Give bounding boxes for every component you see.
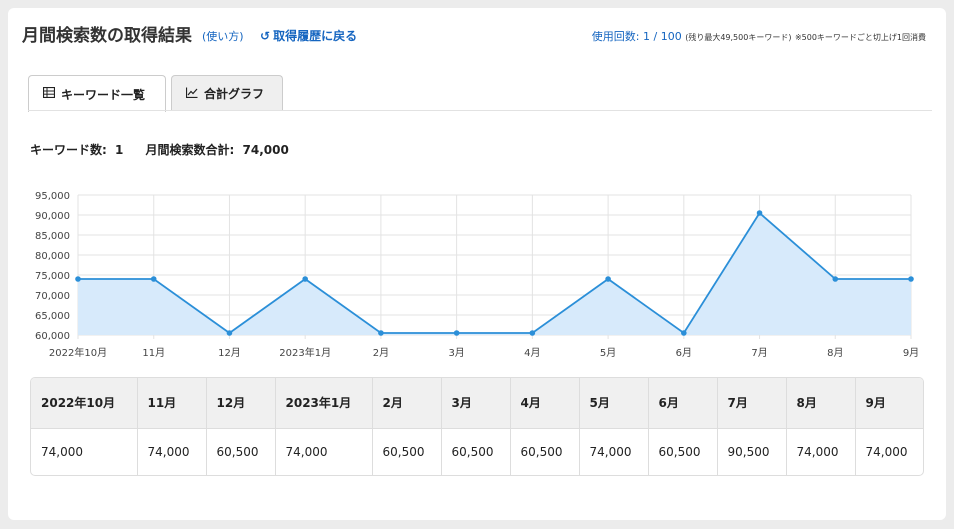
table-header-cell: 11月 — [137, 378, 207, 429]
undo-icon: ↺ — [260, 29, 271, 43]
data-point — [302, 276, 308, 282]
y-tick-label: 75,000 — [35, 271, 70, 282]
total-value: 74,000 — [242, 143, 289, 157]
y-tick-label: 85,000 — [35, 231, 70, 242]
data-point — [681, 330, 687, 336]
usage-remaining: (残り最大49,500キーワード) — [685, 33, 792, 42]
table-cell: 74,000 — [31, 428, 138, 475]
table-cell: 60,500 — [206, 428, 276, 475]
x-tick-label: 2023年1月 — [279, 346, 331, 359]
table-cell: 74,000 — [786, 428, 856, 475]
table-header-cell: 2022年10月 — [31, 378, 138, 429]
data-point — [150, 276, 157, 282]
x-tick-label: 9月 — [903, 347, 919, 359]
data-point — [226, 330, 233, 336]
table-header-cell: 2023年1月 — [275, 378, 373, 429]
y-tick-label: 65,000 — [35, 311, 70, 322]
data-point — [453, 330, 460, 336]
table-cell: 74,000 — [137, 428, 207, 475]
data-point — [908, 276, 914, 282]
x-tick-label: 3月 — [448, 347, 464, 359]
table-row: 74,000 74,000 60,500 74,000 60,500 60,500 60,5… — [31, 428, 923, 475]
x-tick-label: 2月 — [373, 347, 389, 359]
total-label: 月間検索数合計: — [145, 143, 235, 157]
usage-note: ※500キーワードごと切上げ1回消費 — [794, 33, 926, 42]
table-cell: 90,500 — [717, 428, 787, 475]
data-point — [756, 210, 763, 216]
back-to-history-link[interactable]: ↺ 取得履歴に戻る — [260, 27, 357, 44]
monthly-table: 2022年10月 11月 12月 2023年1月 2月 3月 4月 5月 6月 7月 8月 9月 74… — [30, 377, 924, 476]
usage-info: 使用回数: 1 / 100 (残り最大49,500キーワード) ※500キーワー… — [592, 28, 926, 44]
tab-label: キーワード一覧 — [61, 87, 146, 102]
table-header-cell: 2月 — [372, 378, 442, 429]
y-tick-label: 70,000 — [35, 291, 70, 302]
tab-label: 合計グラフ — [204, 87, 265, 101]
y-tick-label: 90,000 — [35, 211, 70, 222]
x-tick-label: 12月 — [218, 347, 241, 359]
x-tick-label: 11月 — [142, 347, 165, 359]
tab-total-graph[interactable]: 合計グラフ — [171, 75, 283, 111]
y-tick-label: 60,000 — [35, 331, 70, 342]
x-tick-label: 4月 — [524, 347, 540, 359]
x-tick-label: 5月 — [600, 347, 616, 359]
table-header-cell: 4月 — [510, 378, 580, 429]
table-header-cell: 7月 — [717, 378, 787, 429]
data-point — [378, 330, 384, 336]
data-point — [832, 276, 839, 282]
usage-count: 使用回数: 1 / 100 — [591, 30, 682, 43]
table-header-cell: 8月 — [786, 378, 856, 429]
help-link[interactable]: (使い方) — [202, 28, 244, 44]
x-tick-label: 7月 — [751, 347, 767, 359]
table-header-cell: 5月 — [579, 378, 649, 429]
table-cell: 60,500 — [510, 428, 580, 475]
table-cell: 74,000 — [275, 428, 373, 475]
data-point — [605, 276, 611, 282]
data-point — [529, 330, 536, 336]
table-cell: 74,000 — [579, 428, 649, 475]
table-header-row: 2022年10月 11月 12月 2023年1月 2月 3月 4月 5月 6月 7月 8月 9月 — [31, 378, 923, 429]
y-tick-label: 95,000 — [35, 191, 70, 202]
keyword-count: 1 — [115, 143, 124, 157]
results-card: 月間検索数の取得結果 (使い方) ↺ 取得履歴に戻る 使用回数: 1 / 100 … — [8, 8, 946, 520]
table-cell: 60,500 — [648, 428, 718, 475]
line-chart-icon — [185, 87, 198, 101]
keyword-count-label: キーワード数: — [30, 143, 107, 157]
table-header-cell: 6月 — [648, 378, 718, 429]
table-cell: 60,500 — [372, 428, 442, 475]
area-fill — [78, 213, 911, 335]
table-header-cell: 3月 — [441, 378, 511, 429]
table-cell: 74,000 — [865, 445, 908, 460]
x-tick-label: 2022年10月 — [49, 346, 107, 359]
table-header-cell: 12月 — [206, 378, 276, 429]
back-link-label: 取得履歴に戻る — [273, 29, 358, 43]
page-title: 月間検索数の取得結果 — [22, 26, 192, 46]
x-tick-label: 6月 — [676, 347, 692, 359]
data-point — [75, 276, 81, 282]
search-volume-chart: 95,000 90,000 85,000 80,000 75,000 70,000 65,0… — [35, 191, 919, 359]
tab-divider — [28, 110, 932, 111]
y-tick-label: 80,000 — [35, 251, 70, 262]
table-cell: 60,500 — [441, 428, 511, 475]
table-header-cell: 9月 — [855, 378, 923, 429]
table-icon — [42, 86, 56, 101]
tab-keyword-list[interactable]: キーワード一覧 — [28, 75, 166, 112]
x-tick-label: 8月 — [827, 347, 843, 359]
summary: キーワード数: 1 月間検索数合計: 74,000 — [30, 141, 293, 158]
